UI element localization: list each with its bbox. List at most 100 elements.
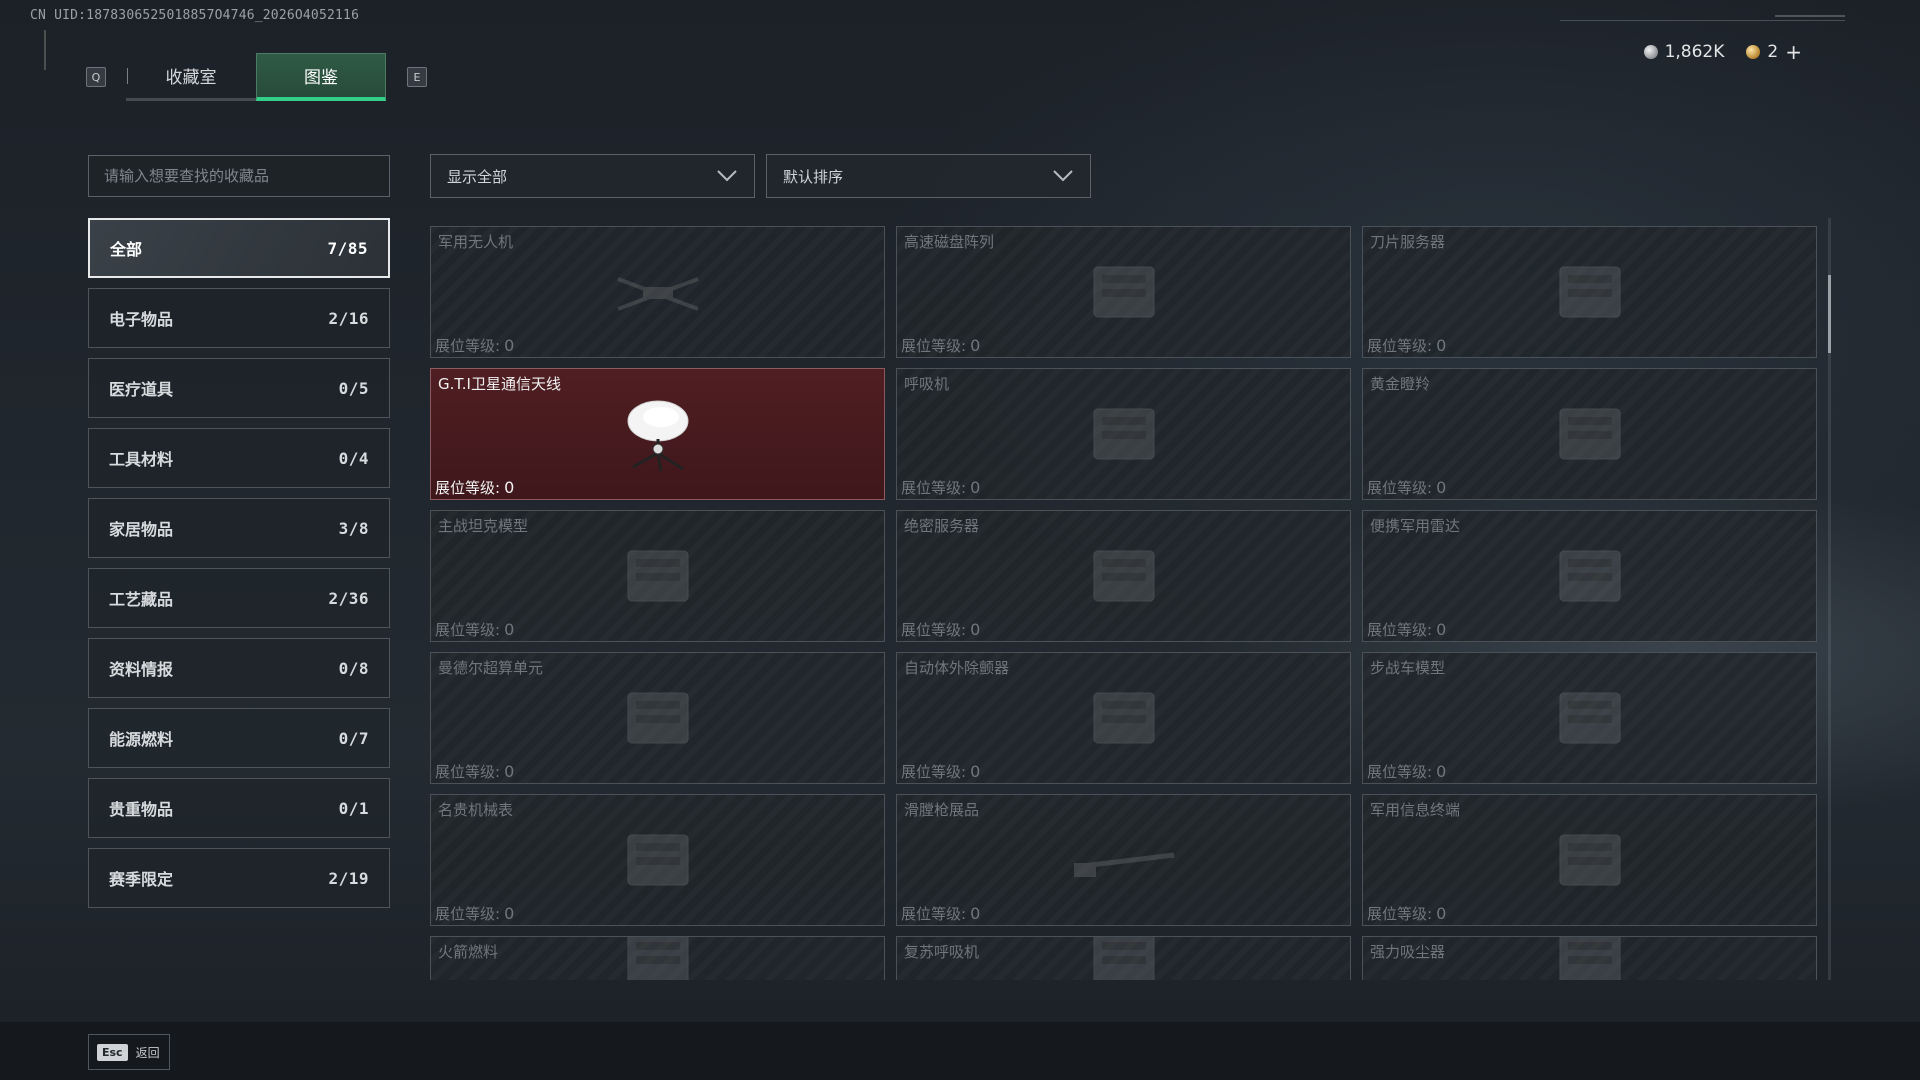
item-level: 展位等级: 0 xyxy=(1367,619,1446,640)
category-label: 家居物品 xyxy=(109,520,174,539)
category-item[interactable]: 全部 7/85 xyxy=(88,218,390,278)
item-name: 主战坦克模型 xyxy=(438,517,529,535)
level-value: 0 xyxy=(504,904,515,923)
item-name: 自动体外除颤器 xyxy=(904,659,1010,677)
filter-dropdown[interactable]: 显示全部 xyxy=(430,154,755,198)
sort-dropdown[interactable]: 默认排序 xyxy=(766,154,1091,198)
level-label: 展位等级: xyxy=(901,905,967,923)
category-count: 7/85 xyxy=(327,238,368,258)
back-button[interactable]: Esc 返回 xyxy=(88,1034,170,1070)
silver-coin-icon xyxy=(1643,45,1658,59)
item-level: 展位等级: 0 xyxy=(1367,477,1446,498)
category-item[interactable]: 贵重物品 0/1 xyxy=(88,778,390,838)
level-label: 展位等级: xyxy=(435,479,501,497)
collection-card[interactable]: 复苏呼吸机 xyxy=(896,936,1351,980)
category-item[interactable]: 资料情报 0/8 xyxy=(88,638,390,698)
level-label: 展位等级: xyxy=(1367,905,1433,923)
gazelle-statue-icon xyxy=(1559,408,1620,460)
radar-icon xyxy=(1559,550,1620,602)
collection-card[interactable]: 强力吸尘器 xyxy=(1362,936,1817,980)
level-value: 0 xyxy=(970,478,981,497)
gold-amount: 2 xyxy=(1767,42,1779,62)
chevron-down-icon xyxy=(1053,170,1073,182)
compute-unit-icon xyxy=(627,692,688,744)
decorative-line xyxy=(44,30,46,70)
level-label: 展位等级: xyxy=(901,763,967,781)
category-count: 2/36 xyxy=(328,588,369,608)
level-value: 0 xyxy=(1436,762,1447,781)
item-name: G.T.I卫星通信天线 xyxy=(438,375,561,393)
item-name: 强力吸尘器 xyxy=(1370,943,1446,961)
collection-card[interactable]: 步战车模型 展位等级: 0 xyxy=(1362,652,1817,784)
key-hint-q: Q xyxy=(86,67,106,87)
item-name: 绝密服务器 xyxy=(904,517,980,535)
collection-card[interactable]: G.T.I卫星通信天线 展位等级: 0 xyxy=(430,368,885,500)
collection-card[interactable]: 刀片服务器 展位等级: 0 xyxy=(1362,226,1817,358)
item-level: 展位等级: 0 xyxy=(1367,335,1446,356)
level-label: 展位等级: xyxy=(1367,621,1433,639)
level-value: 0 xyxy=(504,620,515,639)
resuscitator-icon xyxy=(1093,937,1154,980)
add-currency-button[interactable]: + xyxy=(1785,40,1802,64)
level-value: 0 xyxy=(970,904,981,923)
level-label: 展位等级: xyxy=(1367,337,1433,355)
level-value: 0 xyxy=(1436,478,1447,497)
collection-card[interactable]: 军用无人机 展位等级: 0 xyxy=(430,226,885,358)
item-name: 火箭燃料 xyxy=(438,943,499,961)
category-count: 0/1 xyxy=(338,798,369,818)
category-count: 2/19 xyxy=(328,868,369,888)
vacuum-icon xyxy=(1559,937,1620,980)
ventilator-icon xyxy=(1093,408,1154,460)
item-name: 便携军用雷达 xyxy=(1370,517,1461,535)
category-label: 工具材料 xyxy=(109,450,174,469)
category-item[interactable]: 能源燃料 0/7 xyxy=(88,708,390,768)
category-item[interactable]: 医疗道具 0/5 xyxy=(88,358,390,418)
category-item[interactable]: 工艺藏品 2/36 xyxy=(88,568,390,628)
item-level: 展位等级: 0 xyxy=(901,761,980,782)
esc-key-hint: Esc xyxy=(97,1043,128,1061)
top-tabs: 收藏室 图鉴 xyxy=(126,53,386,101)
collection-card[interactable]: 便携军用雷达 展位等级: 0 xyxy=(1362,510,1817,642)
scrollbar-thumb[interactable] xyxy=(1828,275,1831,353)
collection-card[interactable]: 军用信息终端 展位等级: 0 xyxy=(1362,794,1817,926)
category-item[interactable]: 电子物品 2/16 xyxy=(88,288,390,348)
key-hint-e: E xyxy=(407,67,427,87)
tank-model-icon xyxy=(627,550,688,602)
search-input[interactable] xyxy=(88,155,390,197)
item-name: 滑膛枪展品 xyxy=(904,801,980,819)
collection-card[interactable]: 绝密服务器 展位等级: 0 xyxy=(896,510,1351,642)
collection-card[interactable]: 名贵机械表 展位等级: 0 xyxy=(430,794,885,926)
sort-dropdown-value: 默认排序 xyxy=(783,167,844,186)
category-sidebar: 全部 7/85 电子物品 2/16 医疗道具 0/5 工具材料 0/4 家居物品 3/8 工艺藏品 2… xyxy=(88,218,390,918)
gold-coin-icon xyxy=(1746,45,1761,59)
level-value: 0 xyxy=(970,762,981,781)
item-level: 展位等级: 0 xyxy=(1367,903,1446,924)
collection-card[interactable]: 主战坦克模型 展位等级: 0 xyxy=(430,510,885,642)
level-label: 展位等级: xyxy=(901,621,967,639)
category-item[interactable]: 家居物品 3/8 xyxy=(88,498,390,558)
chevron-down-icon xyxy=(717,170,737,182)
collection-card[interactable]: 自动体外除颤器 展位等级: 0 xyxy=(896,652,1351,784)
level-label: 展位等级: xyxy=(435,763,501,781)
category-count: 2/16 xyxy=(328,308,369,328)
tab-catalog[interactable]: 图鉴 xyxy=(256,53,386,101)
musket-icon xyxy=(1073,852,1174,877)
category-item[interactable]: 工具材料 0/4 xyxy=(88,428,390,488)
collection-card[interactable]: 呼吸机 展位等级: 0 xyxy=(896,368,1351,500)
item-name: 曼德尔超算单元 xyxy=(438,659,544,677)
gold-currency[interactable]: 2 + xyxy=(1746,40,1802,64)
collection-card[interactable]: 曼德尔超算单元 展位等级: 0 xyxy=(430,652,885,784)
collection-card[interactable]: 火箭燃料 xyxy=(430,936,885,980)
collection-card[interactable]: 黄金瞪羚 展位等级: 0 xyxy=(1362,368,1817,500)
collection-card[interactable]: 高速磁盘阵列 展位等级: 0 xyxy=(896,226,1351,358)
category-label: 能源燃料 xyxy=(109,730,174,749)
currency-bar: 1,862K 2 + xyxy=(1643,40,1802,64)
tab-collection-room[interactable]: 收藏室 xyxy=(126,53,256,101)
item-level: 展位等级: 0 xyxy=(435,619,514,640)
category-item[interactable]: 赛季限定 2/19 xyxy=(88,848,390,908)
collection-card[interactable]: 滑膛枪展品展位等级: 0 xyxy=(896,794,1351,926)
level-value: 0 xyxy=(504,762,515,781)
item-name: 复苏呼吸机 xyxy=(904,943,980,961)
bottom-bar xyxy=(0,1022,1920,1080)
topbar-divider xyxy=(1560,20,1845,21)
